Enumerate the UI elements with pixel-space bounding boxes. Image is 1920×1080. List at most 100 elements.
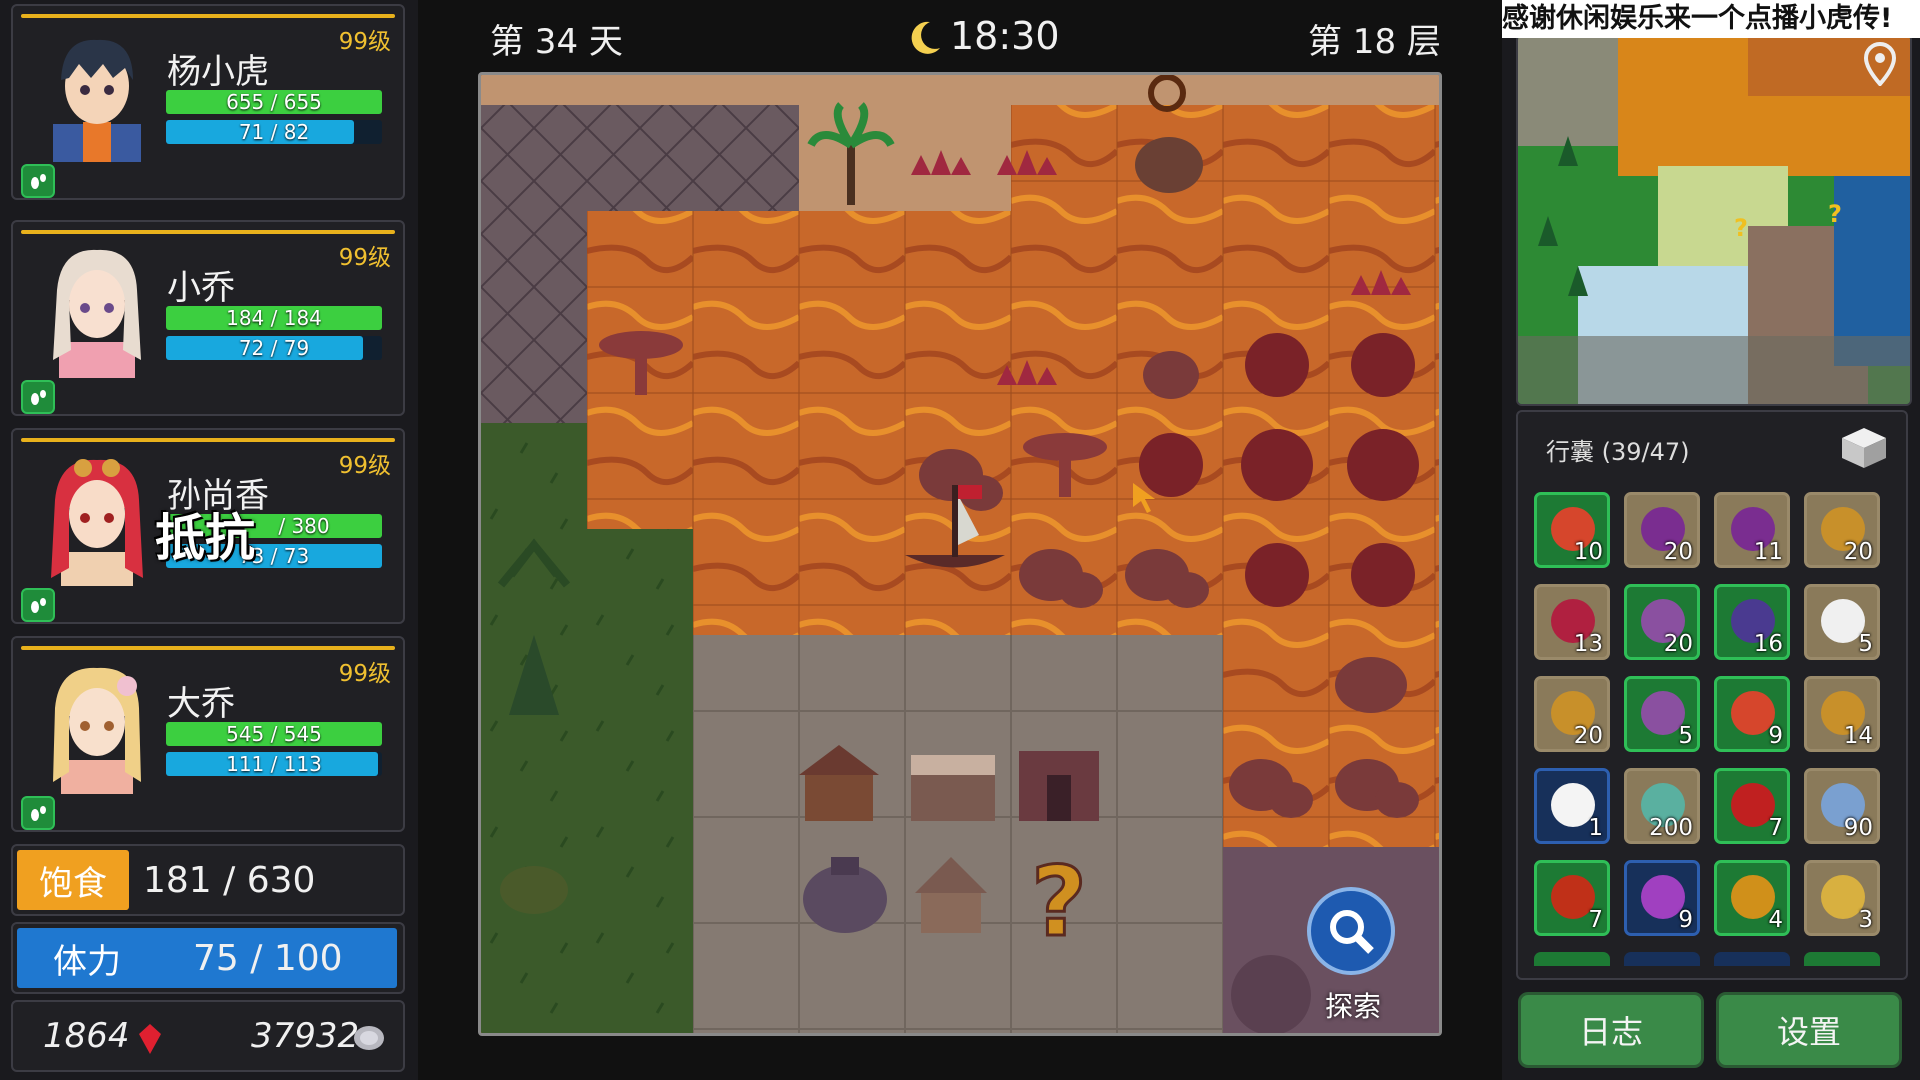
ruby-icon (139, 1024, 161, 1054)
inventory-slot[interactable]: 13 (1534, 584, 1610, 660)
item-count: 10 (1573, 539, 1603, 565)
footprint-icon[interactable] (21, 164, 55, 198)
item-count: 7 (1588, 907, 1603, 933)
item-count: 16 (1753, 631, 1783, 657)
item-count: 20 (1663, 631, 1693, 657)
moon-icon (911, 21, 940, 54)
mp-text: 111 / 113 (226, 752, 322, 776)
member-name: 大乔 (167, 684, 235, 724)
item-count: 5 (1858, 631, 1873, 657)
footprint-icon[interactable] (21, 588, 55, 622)
portrait-yang-xiaohu (53, 39, 141, 162)
inventory-slot[interactable]: 11 (1714, 492, 1790, 568)
location-pin-icon[interactable] (1860, 42, 1900, 86)
svg-text:?: ? (1828, 200, 1842, 228)
member-name: 杨小虎 (167, 52, 269, 92)
item-count: 3 (1858, 907, 1873, 933)
hp-text: 184 / 184 (226, 306, 322, 330)
resist-status-text: 抵抗 (155, 509, 255, 567)
item-count: 20 (1573, 723, 1603, 749)
item-count: 9 (1768, 723, 1783, 749)
inventory-slot[interactable]: 7 (1534, 860, 1610, 936)
mp-text: 72 / 79 (238, 336, 310, 360)
item-count: 20 (1843, 539, 1873, 565)
inventory-panel: 行囊 (39/47) 10 20 11 20 13 20 16 5 20 5 9 14 1 200 7 90 7… (1516, 410, 1908, 980)
item-count: 20 (1663, 539, 1693, 565)
portrait-sun-shangxiang (51, 459, 143, 586)
party-card-2[interactable]: 99级 小乔 184 / 184 72 / 79 (11, 220, 405, 416)
inventory-slot[interactable]: 20 (1624, 584, 1700, 660)
inventory-slot[interactable]: 20 (1534, 676, 1610, 752)
item-count: 1 (1588, 815, 1603, 841)
gem-count: 1864 (43, 1016, 130, 1056)
party-card-4[interactable]: 99级 大乔 545 / 545 111 / 113 (11, 636, 405, 832)
item-count: 200 (1649, 815, 1693, 841)
item-count: 14 (1843, 723, 1873, 749)
level-label: 99级 (338, 245, 391, 271)
mp-bar: 71 / 82 (166, 120, 382, 144)
member-name: 小乔 (167, 268, 235, 308)
settings-button[interactable]: 设置 (1716, 992, 1902, 1068)
card-accent (21, 438, 395, 442)
clock-time: 18:30 (950, 14, 1060, 58)
inventory-slot[interactable]: 9 (1624, 860, 1700, 936)
footprint-icon[interactable] (21, 796, 55, 830)
mp-text: 71 / 82 (238, 120, 310, 144)
box-icon[interactable] (1840, 426, 1888, 470)
minimap[interactable]: ? ? (1516, 34, 1912, 406)
map-terrain: ? (481, 75, 1439, 1033)
inventory-slot[interactable]: 5 (1624, 676, 1700, 752)
level-label: 99级 (338, 661, 391, 687)
hunger-label: 饱食 (17, 850, 129, 910)
hunger-value: 181 / 630 (143, 859, 316, 901)
portrait-daqiao (53, 667, 141, 794)
explore-button[interactable] (1307, 887, 1395, 975)
hp-text: 545 / 545 (226, 722, 322, 746)
inventory-next-row (1534, 952, 1890, 966)
hp-bar: 545 / 545 (166, 722, 382, 746)
item-count: 9 (1678, 907, 1693, 933)
hp-bar: 184 / 184 (166, 306, 382, 330)
card-accent (21, 646, 395, 650)
inventory-slot[interactable]: 20 (1624, 492, 1700, 568)
stamina-value: 75 / 100 (193, 937, 343, 979)
inventory-slot[interactable]: 3 (1804, 860, 1880, 936)
footprint-icon[interactable] (21, 380, 55, 414)
item-count: 13 (1573, 631, 1603, 657)
log-button[interactable]: 日志 (1518, 992, 1704, 1068)
inventory-slot[interactable]: 90 (1804, 768, 1880, 844)
hunger-stat: 饱食 181 / 630 (11, 844, 405, 916)
day-counter: 第 34 天 (490, 22, 623, 62)
explore-label: 探索 (1324, 990, 1381, 1023)
card-accent (21, 14, 395, 18)
floor-counter: 第 18 层 (1308, 22, 1441, 62)
inventory-title: 行囊 (39/47) (1546, 438, 1690, 466)
item-count: 5 (1678, 723, 1693, 749)
item-count: 11 (1753, 539, 1783, 565)
hp-text: 655 / 655 (226, 90, 322, 114)
inventory-slot[interactable]: 10 (1534, 492, 1610, 568)
minimap-terrain: ? ? (1518, 36, 1910, 404)
inventory-slot[interactable]: 9 (1714, 676, 1790, 752)
item-count: 7 (1768, 815, 1783, 841)
coin-count: 37932 (251, 1016, 360, 1056)
inventory-slot[interactable]: 5 (1804, 584, 1880, 660)
inventory-slot[interactable]: 1 (1534, 768, 1610, 844)
currency-bar: 1864 37932 (11, 1000, 405, 1072)
inventory-slot[interactable]: 16 (1714, 584, 1790, 660)
party-panel: 99级 杨小虎 655 / 655 71 / 82 99级 小乔 184 / 1… (0, 0, 418, 1080)
level-label: 99级 (338, 29, 391, 55)
portrait-xiaoqiao (53, 249, 141, 378)
inventory-slot[interactable]: 200 (1624, 768, 1700, 844)
inventory-slot[interactable]: 14 (1804, 676, 1880, 752)
magnifier-icon (1330, 910, 1374, 954)
mp-bar: 111 / 113 (166, 752, 382, 776)
inventory-slot[interactable]: 4 (1714, 860, 1790, 936)
party-card-3[interactable]: 99级 孙尚香 / 380 73 / 73 抵抗 (11, 428, 405, 624)
party-card-1[interactable]: 99级 杨小虎 655 / 655 71 / 82 (11, 4, 405, 200)
game-map[interactable]: ? 探索 (478, 72, 1442, 1036)
inventory-slot[interactable]: 7 (1714, 768, 1790, 844)
stream-banner: 感谢休闲娱乐来一个点播小虎传! (1502, 0, 1920, 38)
inventory-slot[interactable]: 20 (1804, 492, 1880, 568)
svg-text:?: ? (1031, 846, 1087, 958)
